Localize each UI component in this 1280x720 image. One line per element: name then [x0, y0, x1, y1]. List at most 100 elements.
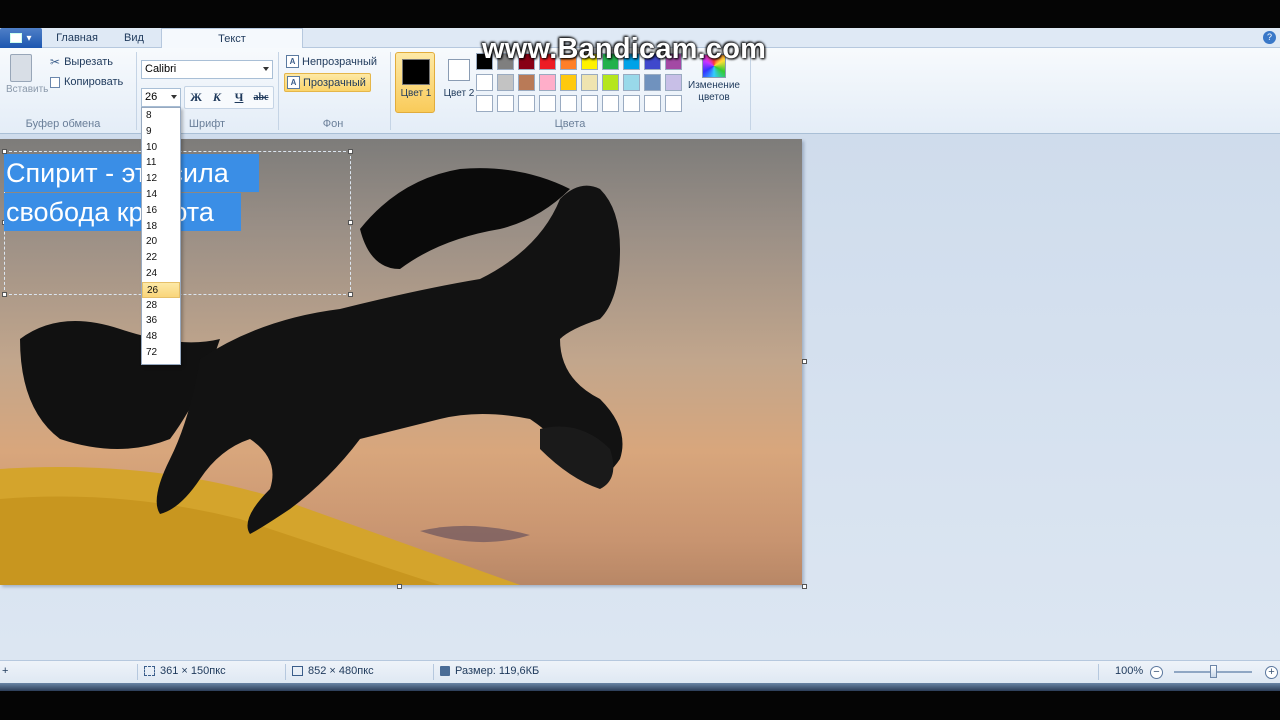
zoom-level: 100% — [1115, 665, 1144, 677]
tab-home[interactable]: Главная — [46, 28, 108, 48]
image-canvas[interactable]: Спирит - это сила свобода красота — [0, 139, 802, 585]
zoom-out-icon[interactable]: − — [1150, 666, 1163, 679]
palette-swatch[interactable] — [560, 95, 577, 112]
status-divider — [137, 664, 138, 680]
status-divider — [433, 664, 434, 680]
cursor-position: + — [2, 665, 8, 677]
palette-swatch[interactable] — [476, 95, 493, 112]
chevron-down-icon[interactable] — [171, 95, 177, 99]
resize-handle[interactable] — [348, 220, 353, 225]
opaque-button[interactable]: A Непрозрачный — [284, 52, 381, 71]
menu-icon — [10, 33, 23, 43]
resize-handle[interactable] — [348, 149, 353, 154]
palette-swatch[interactable] — [497, 95, 514, 112]
palette-swatch[interactable] — [518, 95, 535, 112]
clipboard-group-label: Буфер обмена — [25, 118, 101, 130]
resize-handle[interactable] — [2, 292, 7, 297]
palette-swatch[interactable] — [581, 74, 598, 91]
font-size-option[interactable]: 14 — [142, 187, 180, 203]
palette-swatch[interactable] — [560, 74, 577, 91]
font-size-option[interactable]: 22 — [142, 250, 180, 266]
palette-swatch[interactable] — [644, 95, 661, 112]
font-size-option[interactable]: 26 — [142, 281, 180, 298]
palette-swatch[interactable] — [602, 74, 619, 91]
font-size-option[interactable]: 48 — [142, 329, 180, 345]
color2-label: Цвет 2 — [443, 88, 475, 99]
cut-label: Вырезать — [64, 56, 113, 68]
image-size-icon — [292, 666, 303, 676]
group-divider — [390, 52, 391, 130]
colors-group-label: Цвета — [554, 118, 586, 130]
status-divider — [1098, 664, 1099, 680]
palette-swatch[interactable] — [476, 74, 493, 91]
palette-swatch[interactable] — [623, 74, 640, 91]
transparent-button[interactable]: A Прозрачный — [284, 73, 371, 92]
tab-text[interactable]: Текст — [161, 28, 303, 49]
chevron-down-icon: ▾ — [26, 32, 32, 44]
video-letterbox-bottom — [0, 691, 1280, 720]
font-size-option[interactable]: 72 — [142, 345, 180, 361]
background-group-label: Фон — [322, 118, 344, 130]
strikethrough-button[interactable]: abc — [251, 88, 271, 107]
font-family-combo[interactable]: Calibri — [141, 60, 273, 79]
crosshair-icon: + — [2, 665, 9, 677]
zoom-slider-handle[interactable] — [1210, 665, 1217, 678]
font-size-option[interactable]: 16 — [142, 203, 180, 219]
font-size-option[interactable]: 10 — [142, 140, 180, 156]
group-divider — [136, 52, 137, 130]
font-size-option[interactable]: 28 — [142, 298, 180, 314]
font-size-option[interactable]: 12 — [142, 171, 180, 187]
bandicam-watermark: www.Bandicam.com — [482, 33, 767, 65]
transparent-label: Прозрачный — [303, 76, 366, 89]
app-menu-button[interactable]: ▾ — [0, 28, 42, 48]
chevron-down-icon[interactable] — [263, 67, 269, 71]
help-icon[interactable]: ? — [1263, 31, 1276, 44]
color1-label: Цвет 1 — [400, 88, 432, 99]
resize-handle[interactable] — [348, 292, 353, 297]
palette-swatch[interactable] — [623, 95, 640, 112]
image-size: 852 × 480пкс — [292, 665, 374, 677]
font-size-option[interactable]: 20 — [142, 234, 180, 250]
palette-swatch[interactable] — [665, 74, 682, 91]
palette-swatch[interactable] — [581, 95, 598, 112]
palette-swatch[interactable] — [518, 74, 535, 91]
palette-swatch[interactable] — [539, 74, 556, 91]
canvas-text-line-2[interactable]: свобода красота — [4, 193, 241, 231]
canvas-workspace[interactable]: Спирит - это сила свобода красота — [0, 134, 1280, 660]
color1-swatch — [402, 59, 430, 85]
cut-button[interactable]: ✂ Вырезать — [50, 55, 113, 69]
font-size-option[interactable]: 24 — [142, 266, 180, 282]
underline-button[interactable]: Ч — [229, 88, 249, 107]
selection-size-text: 361 × 150пкс — [160, 665, 226, 677]
italic-button[interactable]: К — [207, 88, 227, 107]
color1-button[interactable]: Цвет 1 — [395, 52, 435, 113]
font-size-option[interactable]: 9 — [142, 124, 180, 140]
palette-swatch[interactable] — [644, 74, 661, 91]
copy-button[interactable]: Копировать — [50, 76, 123, 88]
clipboard-icon — [10, 54, 32, 82]
paste-label: Вставить — [6, 84, 49, 95]
canvas-text-line-1[interactable]: Спирит - это сила — [4, 154, 259, 192]
font-size-option[interactable]: 18 — [142, 219, 180, 235]
font-size-option[interactable]: 36 — [142, 313, 180, 329]
tab-view[interactable]: Вид — [110, 28, 158, 48]
zoom-in-icon[interactable]: + — [1265, 666, 1278, 679]
palette-swatch[interactable] — [602, 95, 619, 112]
status-bar: + 361 × 150пкс 852 × 480пкс Размер: 119,… — [0, 660, 1280, 683]
palette-swatch[interactable] — [497, 74, 514, 91]
font-size-option[interactable]: 8 — [142, 108, 180, 124]
canvas-resize-handle[interactable] — [397, 584, 402, 589]
canvas-resize-handle[interactable] — [802, 359, 807, 364]
opaque-icon: A — [286, 55, 299, 68]
font-size-combo[interactable]: 26 — [141, 88, 181, 107]
paste-button[interactable]: Вставить — [6, 54, 49, 95]
font-size-dropdown[interactable]: 8 9 10 11 12 14 16 18 20 22 24 26 28 36 48 72 — [141, 107, 181, 365]
font-size-option[interactable]: 11 — [142, 155, 180, 171]
palette-swatch[interactable] — [665, 95, 682, 112]
windows-taskbar — [0, 683, 1280, 691]
palette-swatch[interactable] — [539, 95, 556, 112]
transparent-icon: A — [287, 76, 300, 89]
canvas-resize-handle[interactable] — [802, 584, 807, 589]
group-divider — [278, 52, 279, 130]
bold-button[interactable]: Ж — [186, 88, 206, 107]
